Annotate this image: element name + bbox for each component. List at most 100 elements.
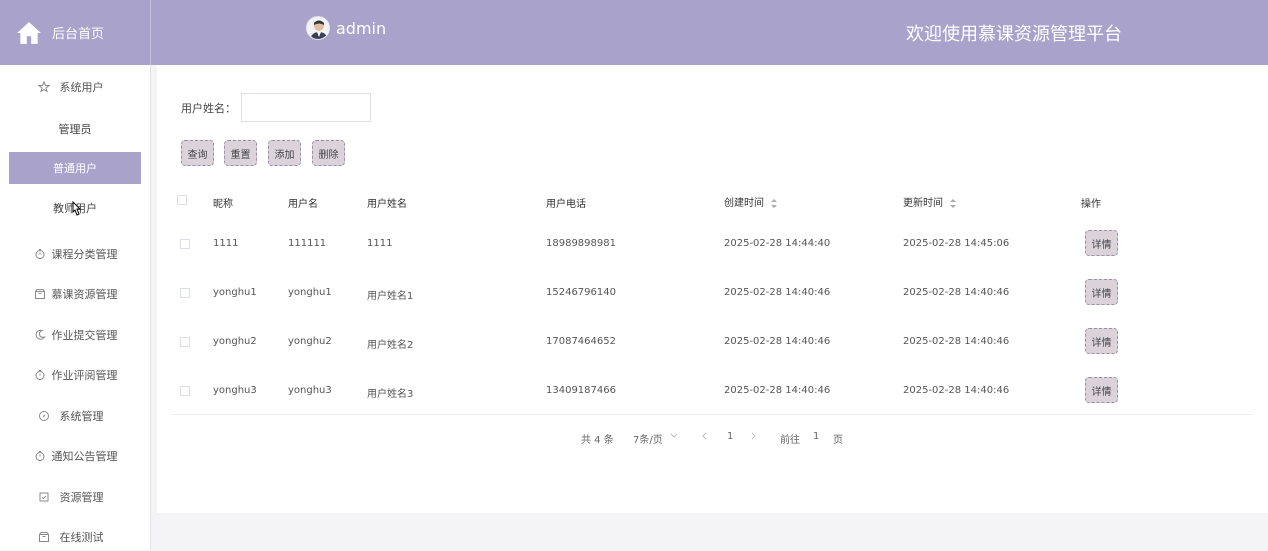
next-page-icon[interactable] [751, 432, 757, 440]
cell-phone: 18989898981 [546, 238, 616, 249]
sidebar-item-label: 在线测试 [59, 531, 104, 544]
cell-created: 2025-02-28 14:40:46 [724, 287, 831, 298]
cell-nickname: 1111 [213, 238, 239, 249]
timer-icon [35, 370, 44, 380]
compass-icon [38, 411, 49, 421]
cell-created: 2025-02-28 14:40:46 [724, 385, 831, 396]
sidebar-item-system-management[interactable]: 系统管理 [0, 402, 151, 430]
cell-phone: 13409187466 [546, 385, 616, 396]
select-all-checkbox[interactable] [177, 195, 187, 205]
submenu-item-label: 管理员 [58, 123, 92, 136]
brand-text: 后台首页 [52, 27, 105, 42]
row-checkbox[interactable] [180, 239, 190, 249]
cell-username: 111111 [288, 238, 327, 249]
cell-updated: 2025-02-28 14:40:46 [903, 287, 1010, 298]
star-icon [37, 81, 50, 93]
chevron-down-icon[interactable] [670, 433, 678, 439]
column-header-label: 更新时间 [903, 198, 943, 209]
pagination-page-suffix: 页 [833, 435, 843, 446]
query-button[interactable]: 查询 [181, 140, 214, 166]
username: admin [336, 18, 387, 38]
sidebar: 系统用户 管理员 普通用户 教师用户 课程分类管理 慕课资源管理 作业提交管理 … [0, 65, 151, 550]
sort-icon[interactable] [771, 198, 778, 208]
submenu-item-label: 普通用户 [53, 162, 97, 175]
pagination-current-page[interactable]: 1 [727, 431, 733, 442]
pagination-goto-input[interactable]: 1 [813, 431, 819, 442]
detail-button[interactable]: 详情 [1085, 377, 1118, 403]
sidebar-item-homework-review[interactable]: 作业评阅管理 [0, 361, 151, 389]
sidebar-item-label: 课程分类管理 [51, 248, 118, 261]
column-header-action: 操作 [1081, 199, 1101, 210]
pagination-page-size[interactable]: 7条/页 [633, 431, 663, 446]
sidebar-item-homework-submit[interactable]: 作业提交管理 [0, 321, 151, 349]
detail-button[interactable]: 详情 [1085, 279, 1118, 305]
column-header-created[interactable]: 创建时间 [724, 194, 778, 209]
cell-username: yonghu1 [288, 287, 332, 298]
cell-phone: 17087464652 [546, 336, 616, 347]
sidebar-item-label: 慕课资源管理 [51, 288, 118, 301]
cell-realname: 用户姓名1 [367, 291, 414, 302]
tray-icon [39, 492, 48, 502]
sidebar-item-label: 作业提交管理 [51, 329, 118, 342]
box-icon [34, 289, 45, 299]
submenu-item-admin[interactable]: 管理员 [9, 113, 141, 145]
mouse-pointer-icon [72, 201, 82, 216]
moon-icon [35, 329, 46, 340]
sidebar-item-online-test[interactable]: 在线测试 [0, 523, 151, 551]
main-content: 用户姓名： 查询 重置 添加 删除 昵称 用户名 用户姓名 用户电话 创建时间 … [157, 65, 1268, 513]
home-icon [17, 21, 41, 44]
sort-icon[interactable] [950, 198, 957, 208]
cell-phone: 15246796140 [546, 287, 616, 298]
add-button[interactable]: 添加 [268, 140, 301, 166]
row-checkbox[interactable] [180, 288, 190, 298]
cell-username: yonghu2 [288, 336, 332, 347]
submenu-item-normal-users[interactable]: 普通用户 [9, 152, 141, 184]
timer-icon [35, 249, 44, 259]
cell-created: 2025-02-28 14:40:46 [724, 336, 831, 347]
sidebar-item-system-users[interactable]: 系统用户 [0, 73, 151, 101]
cell-nickname: yonghu3 [213, 385, 257, 396]
row-checkbox[interactable] [180, 386, 190, 396]
sidebar-item-label: 作业评阅管理 [51, 369, 118, 382]
reset-button[interactable]: 重置 [224, 140, 257, 166]
cell-updated: 2025-02-28 14:45:06 [903, 238, 1010, 249]
search-label: 用户姓名： [181, 102, 236, 115]
sidebar-item-label: 资源管理 [59, 491, 104, 504]
avatar-image [307, 17, 329, 39]
cell-updated: 2025-02-28 14:40:46 [903, 336, 1010, 347]
cell-realname: 1111 [367, 238, 393, 249]
table-bottom-border [171, 414, 1253, 415]
sidebar-item-resources[interactable]: 资源管理 [0, 483, 151, 511]
search-input[interactable] [241, 93, 371, 122]
column-header-phone: 用户电话 [546, 199, 586, 210]
cell-realname: 用户姓名2 [367, 340, 414, 351]
sidebar-item-mooc-resources[interactable]: 慕课资源管理 [0, 280, 151, 308]
column-header-nickname: 昵称 [213, 199, 233, 210]
column-header-label: 创建时间 [724, 198, 764, 209]
sidebar-item-label: 通知公告管理 [51, 450, 118, 463]
prev-page-icon[interactable] [701, 432, 707, 440]
user-info[interactable]: admin [306, 16, 386, 40]
sidebar-item-course-category[interactable]: 课程分类管理 [0, 240, 151, 268]
detail-button[interactable]: 详情 [1085, 230, 1118, 256]
top-header: 后台首页 admin 欢迎使用慕课资源管理平台 [0, 0, 1268, 65]
avatar [306, 16, 330, 40]
detail-button[interactable]: 详情 [1085, 328, 1118, 354]
column-header-updated[interactable]: 更新时间 [903, 194, 957, 209]
sidebar-item-notices[interactable]: 通知公告管理 [0, 442, 151, 470]
sidebar-item-label: 系统用户 [59, 81, 104, 94]
box-icon [38, 532, 49, 542]
cell-updated: 2025-02-28 14:40:46 [903, 385, 1010, 396]
welcome-title: 欢迎使用慕课资源管理平台 [906, 24, 1122, 45]
cell-nickname: yonghu2 [213, 336, 257, 347]
pagination-total: 共 4 条 [581, 435, 614, 446]
cell-realname: 用户姓名3 [367, 389, 414, 400]
delete-button[interactable]: 删除 [312, 140, 345, 166]
row-checkbox[interactable] [180, 337, 190, 347]
cell-username: yonghu3 [288, 385, 332, 396]
column-header-username: 用户名 [288, 199, 318, 210]
pagination-goto-label: 前往 [780, 435, 800, 446]
timer-icon [35, 451, 44, 461]
column-header-realname: 用户姓名 [367, 199, 407, 210]
brand-home-link[interactable]: 后台首页 [0, 0, 151, 65]
